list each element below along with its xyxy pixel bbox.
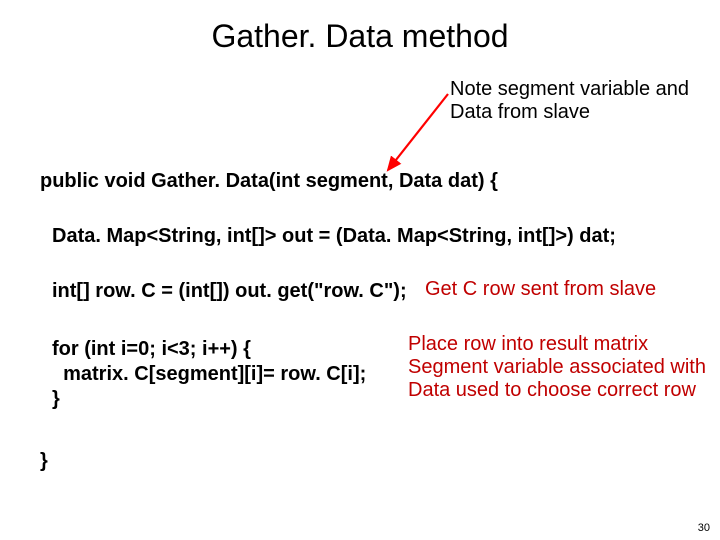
annotation-loop-line3: Data used to choose correct row (408, 379, 696, 401)
code-loop-line1: for (int i=0; i<3; i++) { (52, 338, 251, 360)
annotation-rowc: Get C row sent from slave (425, 278, 656, 301)
annotation-loop: Place row into result matrix Segment var… (408, 333, 706, 402)
code-loop: for (int i=0; i<3; i++) { matrix. C[segm… (52, 337, 366, 412)
slide: Gather. Data method Note segment variabl… (0, 0, 720, 540)
slide-title: Gather. Data method (0, 18, 720, 55)
code-signature: public void Gather. Data(int segment, Da… (40, 170, 498, 193)
annotation-loop-line1: Place row into result matrix (408, 333, 648, 355)
code-loop-line2: matrix. C[segment][i]= row. C[i]; (52, 363, 366, 385)
page-number: 30 (698, 522, 710, 534)
code-rowc: int[] row. C = (int[]) out. get("row. C"… (52, 280, 407, 303)
note-line2: Data from slave (450, 101, 590, 123)
note-text: Note segment variable and Data from slav… (450, 78, 689, 124)
annotation-loop-line2: Segment variable associated with (408, 356, 706, 378)
code-declaration: Data. Map<String, int[]> out = (Data. Ma… (52, 225, 616, 248)
code-loop-line3: } (52, 388, 60, 410)
code-close-brace: } (40, 450, 48, 473)
arrow-icon (382, 90, 454, 176)
note-line1: Note segment variable and (450, 78, 689, 100)
